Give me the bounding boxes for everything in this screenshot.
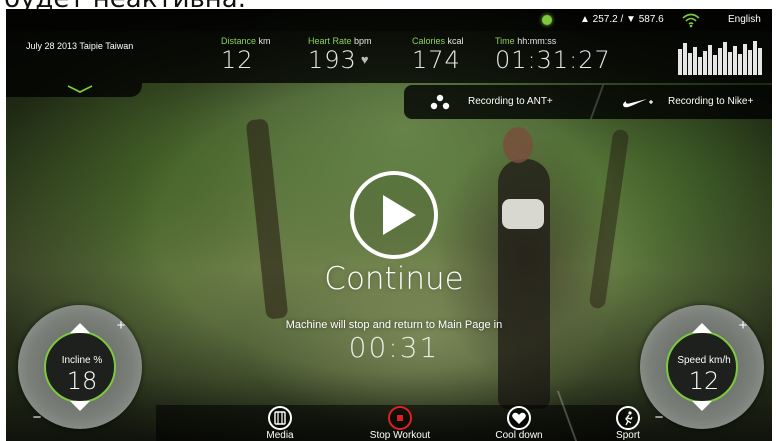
speed-value: 12	[688, 367, 720, 395]
incline-value: 18	[66, 367, 98, 395]
dial-display: Incline % 18	[44, 331, 116, 403]
recording-ant-button[interactable]: Recording to ANT+	[404, 85, 598, 119]
date-location: July 28 2013 Taipie Taiwan	[26, 41, 134, 51]
speed-plus-button[interactable]: +	[734, 317, 752, 335]
incline-plus-button[interactable]: +	[112, 317, 130, 335]
metric-heart-rate: Heart Rate bpm 193 ♥	[308, 36, 372, 75]
play-button[interactable]	[348, 169, 440, 261]
metric-value: 12	[221, 46, 254, 74]
collapse-tab[interactable]	[6, 83, 142, 97]
metric-label: Distance km	[221, 36, 271, 46]
stop-countdown-message: Machine will stop and return to Main Pag…	[285, 319, 503, 331]
continue-label[interactable]: Continue	[306, 261, 482, 297]
status-led-icon	[542, 15, 552, 25]
metric-value: 01:31:27	[495, 46, 611, 74]
speed-label: Speed km/h	[677, 355, 731, 366]
metric-value: 174	[412, 46, 461, 74]
language-selector[interactable]: English	[728, 14, 761, 25]
ant-plus-icon	[430, 94, 450, 110]
recording-ant-label: Recording to ANT+	[468, 96, 553, 107]
stop-workout-label: Stop Workout	[369, 430, 431, 441]
runner-top	[502, 199, 544, 229]
speed-down-arrow-icon[interactable]	[692, 401, 712, 411]
recording-nike-button[interactable]: Recording to Nike+	[600, 85, 772, 119]
metric-calories: Calories kcal 174	[412, 36, 464, 74]
countdown-timer: 00:31	[348, 331, 440, 364]
incline-down-arrow-icon[interactable]	[70, 401, 90, 411]
incline-label: Incline %	[61, 355, 103, 366]
sport-button[interactable]: Sport	[588, 405, 668, 441]
metric-label: Calories kcal	[412, 36, 464, 46]
cool-down-button[interactable]: Cool down	[479, 405, 559, 441]
metric-value: 193 ♥	[308, 46, 370, 74]
incline-dial[interactable]: Incline % 18 + −	[18, 305, 142, 429]
stop-icon	[388, 406, 412, 430]
recording-nike-label: Recording to Nike+	[668, 96, 754, 107]
equalizer-icon	[678, 41, 762, 75]
metric-label: Heart Rate bpm	[308, 36, 372, 46]
background-tree-trunk	[588, 128, 630, 310]
sport-label: Sport	[616, 430, 640, 441]
speed-up-arrow-icon[interactable]	[692, 323, 712, 333]
wifi-icon	[682, 13, 700, 28]
nike-swoosh-icon	[623, 99, 653, 108]
elevation-readout: ▲ 257.2 / ▼ 587.6	[580, 14, 664, 25]
incline-minus-button[interactable]: −	[28, 409, 46, 427]
metric-time: Time hh:mm:ss 01:31:27	[495, 36, 611, 74]
metric-label: Time hh:mm:ss	[495, 36, 557, 46]
heart-icon	[507, 406, 531, 430]
media-button[interactable]: Media	[240, 405, 320, 441]
runner-icon	[616, 406, 640, 430]
heart-icon: ♥	[360, 53, 370, 68]
cool-down-label: Cool down	[495, 430, 543, 441]
metric-distance: Distance km 12	[221, 36, 271, 74]
runner-head	[503, 127, 533, 163]
chevron-down-icon	[67, 85, 93, 94]
recording-bar: Recording to ANT+ Recording to Nike+	[404, 85, 772, 119]
incline-up-arrow-icon[interactable]	[70, 323, 90, 333]
media-icon	[268, 406, 292, 430]
metrics-panel: July 28 2013 Taipie Taiwan Distance km 1…	[6, 31, 772, 83]
runner-figure	[498, 159, 550, 409]
background-tree-trunk	[245, 118, 289, 320]
media-label: Media	[266, 430, 294, 441]
bottom-toolbar: Media Stop Workout Cool down Sport	[156, 405, 640, 441]
stop-workout-button[interactable]: Stop Workout	[360, 405, 440, 441]
status-bar: ▲ 257.2 / ▼ 587.6 English	[6, 9, 772, 31]
treadmill-screen: ▲ 257.2 / ▼ 587.6 English July 28 2013 T…	[6, 9, 772, 441]
dial-display: Speed km/h 12	[666, 331, 738, 403]
